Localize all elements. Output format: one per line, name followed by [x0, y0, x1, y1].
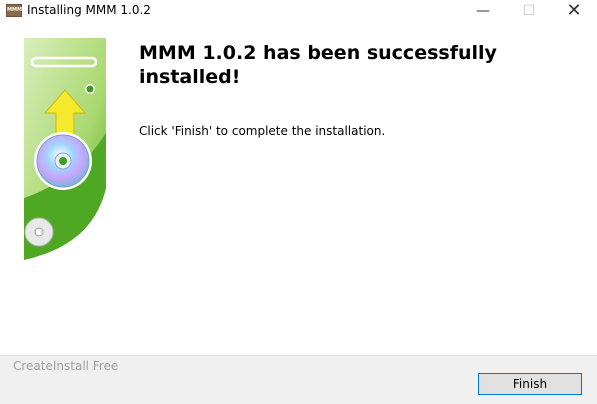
close-button[interactable]: ✕ [551, 0, 597, 22]
footer-bar: CreateInstall Free Finish [0, 355, 597, 404]
brand-label: CreateInstall Free [13, 359, 119, 373]
title-bar: MMM Installing MMM 1.0.2 — ☐ ✕ [0, 0, 597, 22]
cd-disc-icon [34, 132, 92, 190]
app-icon: MMM [6, 4, 22, 17]
installer-side-graphic [24, 38, 106, 284]
maximize-button[interactable]: ☐ [506, 0, 552, 22]
window-title: Installing MMM 1.0.2 [27, 3, 151, 17]
completion-headline: MMM 1.0.2 has been successfully installe… [139, 42, 497, 88]
minimize-button[interactable]: — [460, 0, 506, 22]
instruction-text: Click 'Finish' to complete the installat… [139, 124, 386, 138]
close-icon: ✕ [566, 0, 582, 21]
maximize-icon: ☐ [522, 3, 536, 19]
minimize-icon: — [476, 3, 490, 19]
small-cd-icon [24, 217, 54, 247]
finish-button[interactable]: Finish [478, 373, 582, 395]
finish-button-label: Finish [512, 377, 548, 391]
